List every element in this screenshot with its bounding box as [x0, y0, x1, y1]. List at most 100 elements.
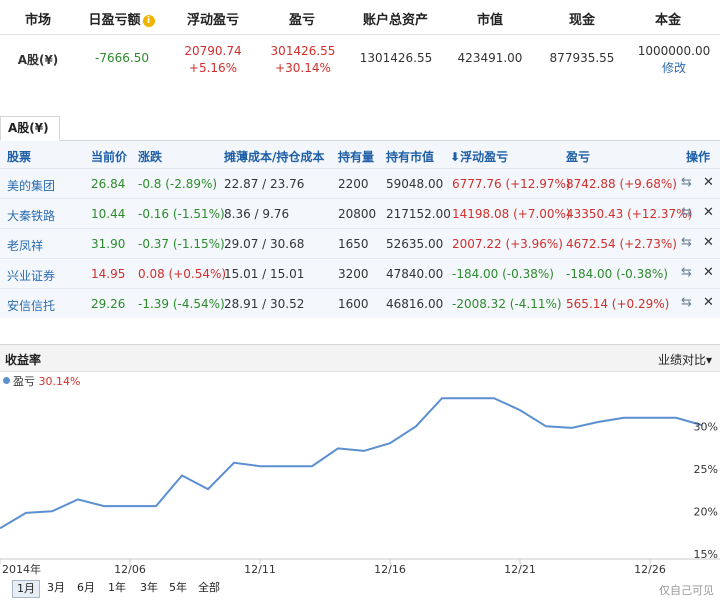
cell-value: 59048.00 [386, 177, 444, 191]
cell-price: 29.26 [91, 297, 126, 311]
range-button[interactable]: 6月 [73, 580, 99, 596]
table-row[interactable]: 兴业证券 14.95 0.08 (+0.54%) 15.01 / 15.01 3200 4… [0, 259, 720, 289]
delete-icon[interactable]: ✕ [703, 205, 714, 220]
header-floating-pl: 浮动盈亏 [186, 13, 239, 28]
summary-market: A股(¥) [17, 53, 59, 67]
range-button[interactable]: 1年 [104, 580, 130, 596]
cell-cost: 8.36 / 9.76 [224, 207, 290, 221]
cell-qty: 2200 [338, 177, 369, 191]
cell-value: 217152.00 [386, 207, 451, 221]
col-pl[interactable]: 盈亏 [566, 148, 590, 165]
col-qty[interactable]: 持有量 [338, 148, 374, 165]
summary-total-assets: 1301426.55 [359, 51, 433, 65]
range-selector: 1月 3月 6月 1年 3年 5年 全部 仅自己可见 [0, 578, 720, 600]
cell-floating: -184.00 (-0.38%) [452, 267, 554, 281]
header-daily-pl: 日盈亏额 i [84, 9, 159, 28]
col-cost[interactable]: 摊薄成本/持仓成本 [224, 148, 324, 165]
cell-change: 0.08 (+0.54%) [138, 267, 227, 281]
chart-header: 收益率 业绩对比▾ [0, 344, 720, 372]
header-market: 市场 [24, 13, 51, 28]
range-button[interactable]: 3年 [136, 580, 162, 596]
summary-data-row: A股(¥) -7666.50 20790.74 +5.16% 301426.55… [0, 35, 720, 85]
cell-price: 10.44 [91, 207, 126, 221]
table-row[interactable]: 美的集团 26.84 -0.8 (-2.89%) 22.87 / 23.76 2200 5… [0, 169, 720, 199]
floating-pl-pct: +5.16% [188, 61, 238, 75]
x-tick-label: 12/06 [114, 563, 146, 576]
cell-cost: 22.87 / 23.76 [224, 177, 305, 191]
cell-cost: 28.91 / 30.52 [224, 297, 305, 311]
pl-value: 301426.55 [270, 44, 336, 58]
stock-name-link[interactable]: 美的集团 [7, 177, 55, 194]
range-button[interactable]: 5年 [165, 580, 191, 596]
table-row[interactable]: 大秦铁路 10.44 -0.16 (-1.51%) 8.36 / 9.76 20800 2… [0, 199, 720, 229]
cell-change: -0.16 (-1.51%) [138, 207, 225, 221]
col-change[interactable]: 涨跌 [138, 148, 162, 165]
col-floating-label: 浮动盈亏 [460, 150, 509, 164]
transfer-icon[interactable]: ⇆ [681, 175, 692, 190]
floating-pl-value: 20790.74 [184, 44, 242, 58]
cell-floating: 6777.76 (+12.97%) [452, 177, 571, 191]
range-button[interactable]: 3月 [43, 580, 69, 596]
cell-value: 52635.00 [386, 237, 444, 251]
cell-value: 46816.00 [386, 297, 444, 311]
cell-qty: 1650 [338, 237, 369, 251]
col-price[interactable]: 当前价 [91, 148, 127, 165]
cell-floating: -2008.32 (-4.11%) [452, 297, 562, 311]
chevron-down-icon: ▾ [705, 353, 712, 367]
header-market-value: 市值 [476, 13, 503, 28]
info-icon[interactable]: i [142, 15, 155, 27]
stock-name-link[interactable]: 老凤祥 [7, 237, 43, 254]
header-cash: 现金 [568, 13, 595, 28]
col-action: 操作 [686, 150, 711, 164]
col-floating[interactable]: ⬇浮动盈亏 [450, 148, 508, 165]
holdings-table-header: 股票 当前价 涨跌 摊薄成本/持仓成本 持有量 持有市值 ⬇浮动盈亏 盈亏 操作 [0, 141, 720, 169]
summary-daily-pl: -7666.50 [95, 51, 149, 65]
principal-value: 1000000.00 [637, 44, 711, 58]
stock-name-link[interactable]: 安信信托 [7, 297, 55, 314]
x-tick-label: 12/21 [504, 563, 536, 576]
summary-market-value: 423491.00 [457, 51, 523, 65]
summary-floating-pl: 20790.74 +5.16% [176, 43, 250, 77]
cell-pl: 565.14 (+0.29%) [566, 297, 670, 311]
delete-icon[interactable]: ✕ [703, 175, 714, 190]
transfer-icon[interactable]: ⇆ [681, 205, 692, 220]
col-stock[interactable]: 股票 [7, 148, 31, 165]
edit-principal-link[interactable]: 修改 [632, 60, 716, 77]
y-tick-label: 25% [694, 463, 718, 476]
table-row[interactable]: 老凤祥 31.90 -0.37 (-1.15%) 29.07 / 30.68 1650 5… [0, 229, 720, 259]
table-row[interactable]: 安信信托 29.26 -1.39 (-4.54%) 28.91 / 30.52 1600… [0, 289, 720, 319]
cell-pl: -184.00 (-0.38%) [566, 267, 668, 281]
delete-icon[interactable]: ✕ [703, 265, 714, 280]
cell-pl: 4672.54 (+2.73%) [566, 237, 677, 251]
cell-floating: 14198.08 (+7.00%) [452, 207, 571, 221]
cell-change: -0.37 (-1.15%) [138, 237, 225, 251]
spacer [0, 88, 720, 116]
return-line-chart[interactable]: 15%20%25%30%2014年 12/06 12/11 12/16 12/21 12/… [0, 386, 720, 576]
cell-change: -0.8 (-2.89%) [138, 177, 218, 191]
range-button[interactable]: 1月 [12, 580, 40, 598]
stock-name-link[interactable]: 大秦铁路 [7, 207, 55, 224]
cell-price: 14.95 [91, 267, 126, 281]
header-pl: 盈亏 [288, 13, 315, 28]
y-tick-label: 20% [694, 505, 718, 518]
x-tick-label: 12/16 [374, 563, 406, 576]
col-value[interactable]: 持有市值 [386, 148, 434, 165]
private-note: 仅自己可见 [659, 584, 714, 597]
summary-header-row: 市场 日盈亏额 i 浮动盈亏 盈亏 账户总资产 市值 现金 本金 [0, 0, 720, 35]
pl-pct: +30.14% [275, 61, 331, 75]
range-button[interactable]: 全部 [194, 580, 224, 596]
delete-icon[interactable]: ✕ [703, 295, 714, 310]
tab-a-shares[interactable]: A股(¥) [0, 116, 60, 141]
summary-pl: 301426.55 +30.14% [266, 43, 340, 77]
transfer-icon[interactable]: ⇆ [681, 295, 692, 310]
summary-principal: 1000000.00 修改 [632, 43, 716, 77]
delete-icon[interactable]: ✕ [703, 235, 714, 250]
chart-title: 收益率 [5, 353, 42, 367]
stock-name-link[interactable]: 兴业证券 [7, 267, 55, 284]
transfer-icon[interactable]: ⇆ [681, 235, 692, 250]
transfer-icon[interactable]: ⇆ [681, 265, 692, 280]
compare-dropdown[interactable]: 业绩对比▾ [658, 351, 712, 368]
cell-cost: 29.07 / 30.68 [224, 237, 305, 251]
header-principal: 本金 [654, 13, 681, 28]
summary-cash: 877935.55 [549, 51, 615, 65]
